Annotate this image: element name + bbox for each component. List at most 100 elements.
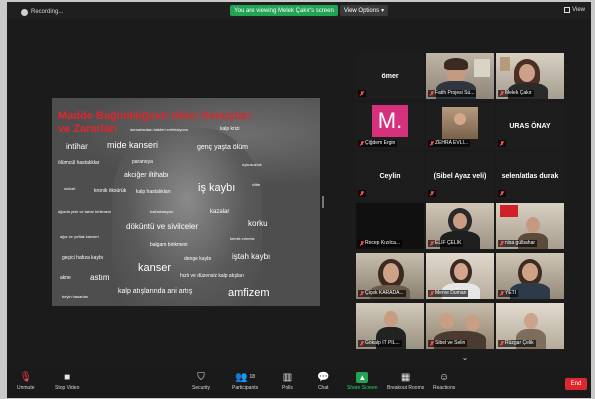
mic-off-icon [360,341,364,346]
participant-label: Çiğdem Ergin [358,140,398,147]
slide-word: kanser [138,262,172,274]
participant-avatar: M. [372,105,408,137]
participant-tile[interactable]: ZEHRA EVLİ... [426,103,494,149]
unmute-button[interactable]: 🎙 Unmute [17,372,35,397]
gallery-next-page-chevron-icon[interactable]: ⌄ [458,353,472,363]
mic-off-icon [500,291,504,296]
participant-tile[interactable]: nisa gülbahar [496,203,564,249]
slide-word: korku [248,219,268,228]
polls-button[interactable]: ▥ Polls [282,372,293,397]
slide-word: iştah kaybı [232,252,271,261]
participants-button[interactable]: 👥 18 Participants [232,372,258,397]
unmute-label: Unmute [17,385,35,391]
polls-label: Polls [282,385,293,391]
share-screen-button[interactable]: ▲ Share Screen [347,372,378,397]
participant-tile-active-speaker[interactable]: Melek Çakır [496,53,564,99]
slide-word: döküntü ve sivilceler [126,222,199,231]
slide-word: kalp krizi [220,126,240,132]
participant-label: Gökalp İT PİL... [358,340,402,347]
participants-count: 18 [249,374,256,380]
slide-word: ağızda pisk ve tartar birikmesi [58,209,111,214]
participant-tile[interactable]: YETİ [496,253,564,299]
reactions-label: Reactions [433,385,456,391]
participant-tile[interactable]: URAS ÖNAY [496,103,564,149]
slide-word: ağız ve yırtlak kanseri [60,234,99,239]
mic-off-icon [430,141,434,146]
participant-tile[interactable]: Fatih Projesi Sü... [426,53,494,99]
participant-tile[interactable]: ELİF ÇELİK [426,203,494,249]
breakout-rooms-button[interactable]: ▦ Breakout Rooms [387,372,424,397]
participant-label [498,140,506,147]
breakout-rooms-label: Breakout Rooms [387,385,425,391]
participant-tile[interactable]: Sibel ve Selin [426,303,494,349]
share-arrow-icon: ▲ [356,372,369,383]
bar-chart-icon: ▥ [282,372,293,383]
participant-name: selen/atlas durak [501,172,559,180]
participant-tile[interactable]: Gökalp İT PİL... [356,303,424,349]
slide-word: kemik erimesi [230,236,255,241]
slide-word: geçici hafıza kaybı [62,255,104,261]
participant-label [498,190,506,197]
participant-label: Sibel ve Selin [428,340,468,347]
smiley-icon: ☺ [439,372,450,383]
security-button[interactable]: ⛉ Security [192,372,210,397]
shared-screen-slide: Madde Bağımlılığının Olası Sonuçları ve … [52,98,320,306]
participants-label: Participants [232,385,259,391]
top-bar: Recording... You are viewing Melek Çakır… [7,2,591,19]
mic-off-icon [360,241,364,246]
reactions-button[interactable]: ☺ Reactions [433,372,455,397]
slide-word: amfizem [228,287,270,299]
participant-tile[interactable]: selen/atlas durak [496,153,564,199]
participant-label: Rüzgar Çelik [498,340,536,347]
mic-off-icon [430,91,434,96]
participant-label: Fatih Projesi Sü... [428,90,477,97]
slide-word: hızlı ve düzensiz kalp atışları [180,273,244,279]
slide-word: akne [60,275,71,281]
participant-tile[interactable]: (Sibel Ayaz veli) [426,153,494,199]
view-options-label: View Options [343,7,380,14]
participant-label: Melek Çakır [498,90,534,97]
grid-icon [564,7,571,13]
viewing-screen-banner: You are viewing Melek Çakır's screen [230,5,338,16]
end-meeting-button[interactable]: End [565,378,587,390]
mic-muted-icon: 🎙 [19,372,33,383]
participant-tile[interactable]: ömer [356,53,424,99]
participant-tile[interactable]: M. Çiğdem Ergin [356,103,424,149]
mic-off-icon [430,191,434,196]
mic-off-icon [500,241,504,246]
participant-tile[interactable]: Rüzgar Çelik [496,303,564,349]
slide-word: kazalar [210,209,230,215]
slide-word: kalp atışlarında ani artış [118,288,193,295]
splitter-handle[interactable] [322,196,324,208]
view-options-button[interactable]: View Options ▾ [340,5,388,16]
view-button[interactable]: View [564,7,585,13]
mic-off-icon [360,191,364,196]
participant-tile[interactable]: Merve Duman [426,253,494,299]
participant-tile[interactable]: Çiçek KARADA... [356,253,424,299]
recording-indicator[interactable]: Recording... [21,7,85,17]
stop-video-label: Stop Video [55,385,80,391]
slide-word: genç yaşta ölüm [197,144,248,151]
participant-tile[interactable]: Recep Kızılca... [356,203,424,249]
participant-name: ömer [381,72,399,80]
participant-name: (Sibel Ayaz veli) [433,172,487,180]
participant-label [358,190,366,197]
slide-word: paranoya [132,159,153,165]
slide-word: halüsinasyon [150,209,174,214]
breakout-grid-icon: ▦ [400,372,411,383]
slide-title: Madde Bağımlılığının Olası Sonuçları ve … [58,110,252,135]
slide-word: mide kanseri [107,140,159,150]
participant-tile[interactable]: Ceylin [356,153,424,199]
slide-word: sinüzit [64,186,76,191]
slide-word: ölümcül hastalıklar [58,160,100,166]
participant-label [428,190,436,197]
slide-word: kalp hastalıkları [136,189,171,195]
chat-button[interactable]: 💬 Chat [317,372,329,397]
stop-video-button[interactable]: ■ Stop Video [55,372,79,397]
participant-label: ZEHRA EVLİ... [428,140,471,147]
participant-label: Recep Kızılca... [358,240,403,247]
slide-word: iş kaybı [198,182,236,194]
recording-label: Recording... [31,9,64,15]
shield-icon: ⛉ [197,372,205,383]
participant-label: Merve Duman [428,290,469,297]
